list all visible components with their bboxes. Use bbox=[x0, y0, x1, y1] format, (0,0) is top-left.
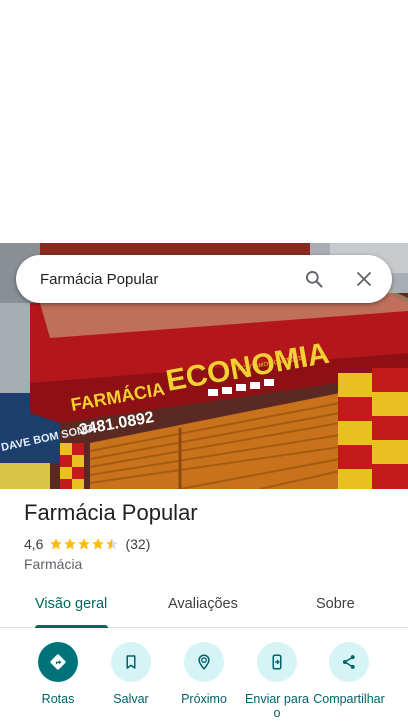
place-name: Farmácia Popular bbox=[24, 500, 198, 525]
search-icon[interactable] bbox=[302, 267, 326, 291]
send-to-phone-label: Enviar para o bbox=[245, 692, 309, 720]
tab-overview[interactable]: Visão geral bbox=[35, 596, 107, 612]
directions-icon bbox=[38, 642, 78, 682]
save-label: Salvar bbox=[113, 692, 149, 706]
send-to-phone-icon bbox=[257, 642, 297, 682]
share-icon bbox=[329, 642, 369, 682]
star-icon bbox=[64, 538, 77, 550]
nearby-icon bbox=[184, 642, 224, 682]
directions-label: Rotas bbox=[41, 692, 75, 706]
tab-bar: Visão geral Avaliações Sobre bbox=[0, 586, 408, 628]
star-icon bbox=[92, 538, 105, 550]
search-input[interactable]: Farmácia Popular bbox=[40, 271, 302, 288]
share-button[interactable]: Compartilhar bbox=[309, 642, 389, 706]
close-icon[interactable] bbox=[352, 267, 376, 291]
tab-reviews[interactable]: Avaliações bbox=[168, 596, 238, 612]
tab-about[interactable]: Sobre bbox=[316, 596, 355, 612]
half-star-icon bbox=[106, 538, 119, 550]
save-button[interactable]: Salvar bbox=[91, 642, 171, 706]
rating-stars bbox=[49, 537, 119, 551]
search-bar[interactable]: Farmácia Popular bbox=[16, 255, 392, 303]
action-bar: Rotas Salvar Próximo Enviar para o Compa… bbox=[0, 640, 408, 726]
share-label: Compartilhar bbox=[313, 692, 385, 706]
review-count[interactable]: (32) bbox=[125, 536, 150, 552]
send-to-phone-button[interactable]: Enviar para o bbox=[237, 642, 317, 720]
rating-row[interactable]: 4,6 (32) bbox=[24, 536, 150, 552]
nearby-label: Próximo bbox=[181, 692, 227, 706]
nearby-button[interactable]: Próximo bbox=[164, 642, 244, 706]
star-icon bbox=[50, 538, 63, 550]
place-category: Farmácia bbox=[24, 556, 83, 572]
map-area[interactable] bbox=[0, 0, 408, 243]
bookmark-icon bbox=[111, 642, 151, 682]
active-tab-indicator bbox=[35, 625, 108, 628]
rating-value: 4,6 bbox=[24, 536, 44, 552]
star-icon bbox=[78, 538, 91, 550]
directions-button[interactable]: Rotas bbox=[18, 642, 98, 706]
